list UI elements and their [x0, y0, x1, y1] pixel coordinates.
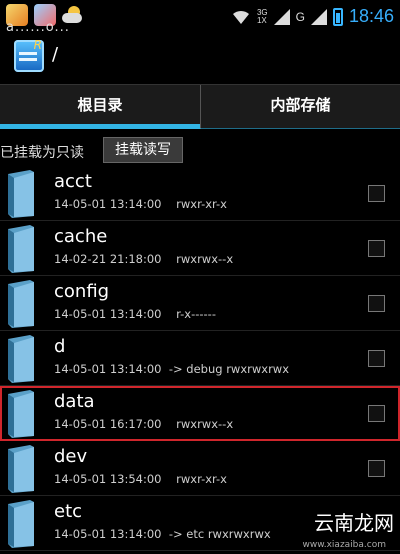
- row-checkbox[interactable]: [368, 295, 385, 312]
- watermark: 云南龙网: [314, 511, 394, 535]
- mount-status: 已挂载为只读: [0, 145, 84, 161]
- folder-icon: [8, 390, 34, 438]
- folder-icon: [8, 170, 34, 218]
- folder-icon: [8, 335, 34, 383]
- file-perms: -> debug rwxrwxrwx: [168, 362, 290, 376]
- file-date: 14-05-01 13:14:00: [54, 307, 162, 321]
- signal-icon: [273, 8, 290, 25]
- tab-bar: 根目录 内部存储: [0, 84, 400, 129]
- row-checkbox[interactable]: [368, 185, 385, 202]
- row-checkbox[interactable]: [368, 240, 385, 257]
- logo-r-glyph: R: [33, 38, 42, 52]
- row-checkbox[interactable]: [368, 460, 385, 477]
- file-date: 14-05-01 13:14:00: [54, 362, 162, 376]
- file-name: config: [54, 281, 110, 302]
- file-name: acct: [54, 171, 92, 192]
- tab-internal-storage[interactable]: 内部存储: [200, 85, 400, 129]
- row-checkbox[interactable]: [368, 350, 385, 367]
- file-perms: r-x------: [176, 307, 216, 321]
- row-checkbox[interactable]: [368, 405, 385, 422]
- app-logo-icon[interactable]: R: [14, 38, 44, 72]
- list-item[interactable]: dev 14-05-01 13:54:00 rwxr-xr-x: [0, 441, 400, 496]
- file-meta: 14-05-01 13:14:00 -> debug rwxrwxrwx: [54, 362, 289, 376]
- file-date: 14-05-01 13:14:00: [54, 197, 162, 211]
- file-date: 14-05-01 13:54:00: [54, 472, 162, 486]
- file-meta: 14-05-01 13:14:00 rwxr-xr-x: [54, 197, 227, 211]
- list-item[interactable]: config 14-05-01 13:14:00 r-x------: [0, 276, 400, 331]
- file-meta: 14-05-01 13:14:00 -> etc rwxrwxrwx: [54, 527, 271, 541]
- mount-bar: 已挂载为只读 挂载读写: [0, 130, 400, 166]
- file-perms: -> etc rwxrwxrwx: [168, 527, 271, 541]
- system-icons: 3G 1X G 18:46: [231, 6, 394, 27]
- logo-lines: [19, 52, 37, 55]
- mount-rw-button[interactable]: 挂载读写: [103, 137, 183, 163]
- file-perms: rwxr-xr-x: [176, 472, 227, 486]
- folder-icon: [8, 500, 34, 548]
- file-list: acct 14-05-01 13:14:00 rwxr-xr-x cache 1…: [0, 166, 400, 554]
- signal-icon: [310, 8, 327, 25]
- overlay-text: a......o...: [6, 20, 70, 35]
- file-name: etc: [54, 501, 83, 522]
- file-date: 14-02-21 21:18:00: [54, 252, 162, 266]
- list-item[interactable]: data 14-05-01 16:17:00 rwxrwx--x: [0, 386, 400, 441]
- clock: 18:46: [348, 6, 394, 26]
- file-name: cache: [54, 226, 108, 247]
- title-bar: [0, 34, 400, 84]
- folder-icon: [8, 445, 34, 493]
- file-perms: rwxrwx--x: [176, 417, 234, 431]
- wifi-icon: [232, 10, 249, 24]
- watermark-url: www.xiazaiba.com: [302, 540, 386, 550]
- file-perms: rwxr-xr-x: [176, 197, 227, 211]
- network-indicator: 3G 1X: [256, 8, 268, 25]
- file-name: d: [54, 336, 66, 357]
- list-item[interactable]: acct 14-05-01 13:14:00 rwxr-xr-x: [0, 166, 400, 221]
- file-meta: 14-05-01 13:14:00 r-x------: [54, 307, 216, 321]
- file-date: 14-05-01 13:14:00: [54, 527, 162, 541]
- file-date: 14-05-01 16:17:00: [54, 417, 162, 431]
- carrier-letter: G: [295, 9, 305, 24]
- list-item[interactable]: d 14-05-01 13:14:00 -> debug rwxrwxrwx: [0, 331, 400, 386]
- file-name: dev: [54, 446, 88, 467]
- folder-icon: [8, 280, 34, 328]
- folder-icon: [8, 225, 34, 273]
- file-meta: 14-05-01 13:54:00 rwxr-xr-x: [54, 472, 227, 486]
- tab-root[interactable]: 根目录: [0, 85, 200, 129]
- list-item[interactable]: cache 14-02-21 21:18:00 rwxrwx--x: [0, 221, 400, 276]
- file-perms: rwxrwx--x: [176, 252, 234, 266]
- file-meta: 14-02-21 21:18:00 rwxrwx--x: [54, 252, 233, 266]
- file-name: data: [54, 391, 95, 412]
- sim-indicator: 1X: [256, 15, 267, 25]
- current-path: /: [52, 44, 59, 65]
- battery-icon: [332, 7, 343, 26]
- active-tab-indicator: [0, 124, 200, 129]
- file-meta: 14-05-01 16:17:00 rwxrwx--x: [54, 417, 233, 431]
